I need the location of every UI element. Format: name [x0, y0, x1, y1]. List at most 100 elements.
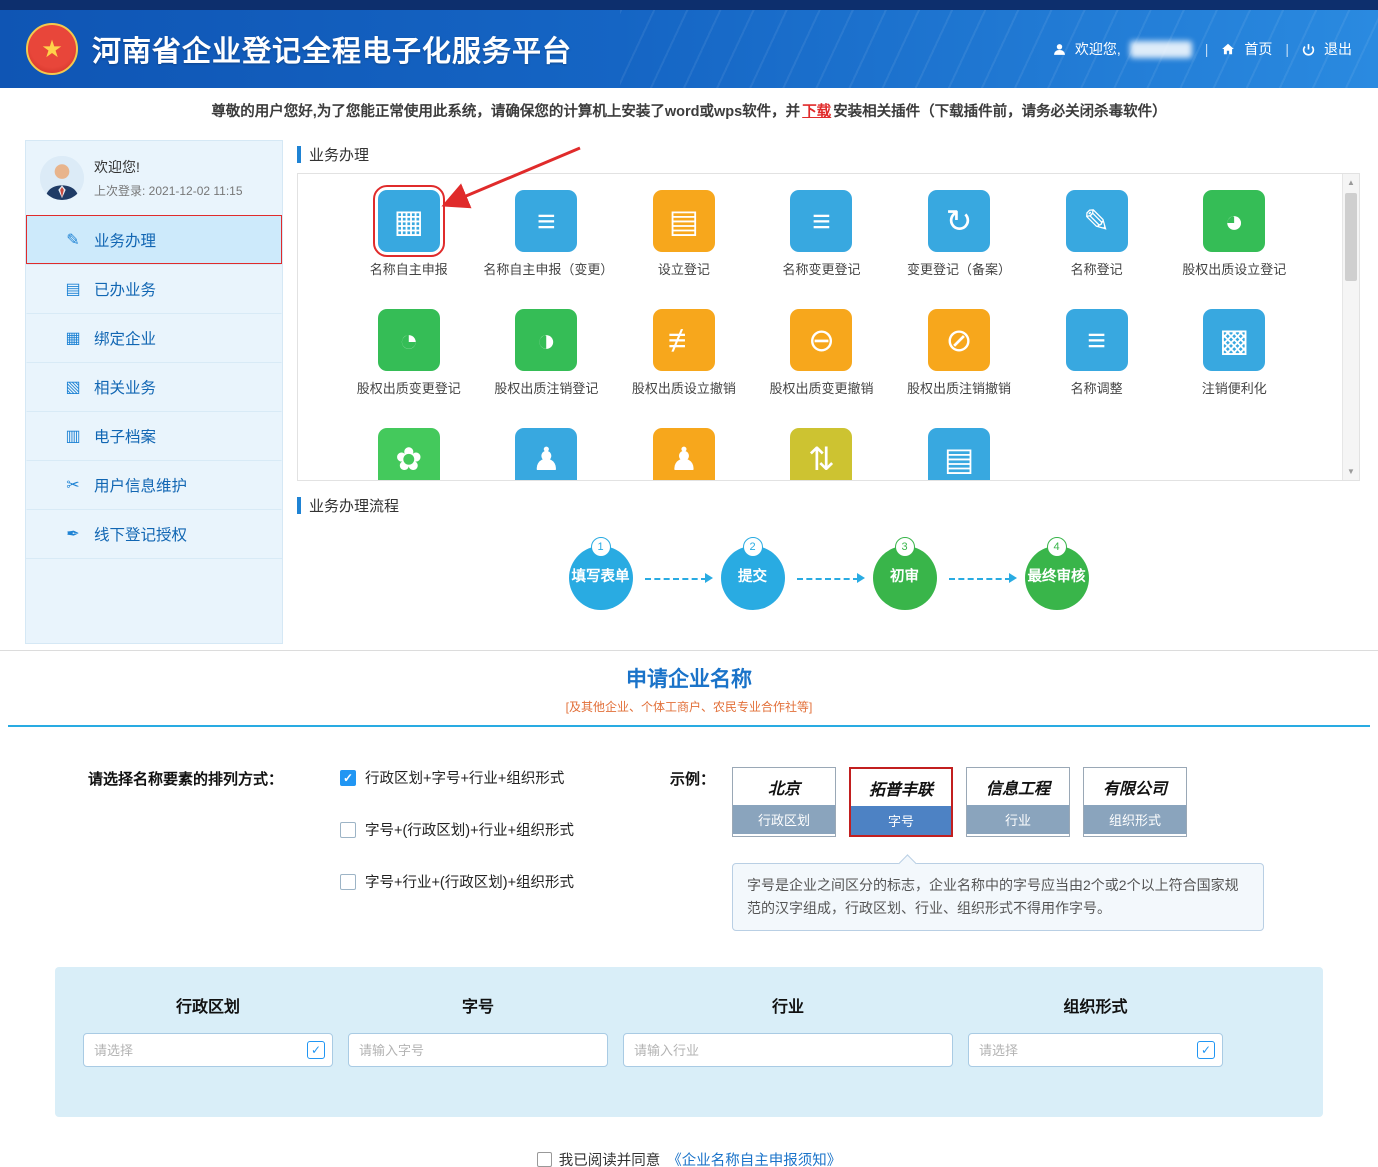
arrangement-option-label: 字号+(行政区划)+行业+组织形式 — [365, 819, 574, 840]
arrangement-options: 行政区划+字号+行业+组织形式 字号+(行政区划)+行业+组织形式 字号+行业+… — [340, 767, 670, 931]
example-box: 有限公司 组织形式 — [1083, 767, 1187, 837]
service-icon[interactable]: ≡ — [790, 190, 852, 252]
service-icon[interactable]: ⇅ — [790, 428, 852, 481]
agreement-link[interactable]: 《企业名称自主申报须知》 — [667, 1149, 841, 1167]
home-link[interactable]: 首页 — [1244, 39, 1272, 59]
service-icon[interactable]: ≡ — [515, 190, 577, 252]
sidebar-item-label: 业务办理 — [94, 229, 156, 251]
scroll-thumb[interactable] — [1345, 193, 1357, 281]
flow-step: 4 最终审核 — [1025, 546, 1089, 610]
service-item[interactable]: ≡ 名称调整 — [1028, 309, 1166, 414]
process-flow: 1 填写表单 2 提交 3 初审 4 最终审核 — [297, 524, 1360, 610]
flow-section-label: 业务办理流程 — [309, 495, 399, 516]
service-item[interactable]: ▩ 注销便利化 — [1165, 309, 1303, 414]
service-item[interactable]: ≡ 名称变更登记 — [753, 190, 891, 295]
field-input[interactable] — [968, 1033, 1223, 1067]
service-item[interactable]: ▦ 名称自主申报 — [340, 190, 478, 295]
divider-line — [8, 725, 1370, 727]
sidebar-item-label: 用户信息维护 — [94, 474, 187, 496]
service-icon[interactable]: ↻ — [928, 190, 990, 252]
service-item[interactable]: ▤ — [890, 428, 1028, 481]
service-icon[interactable]: ◑ — [515, 309, 577, 371]
service-item[interactable]: ✿ — [340, 428, 478, 481]
service-label: 名称变更登记 — [782, 261, 860, 295]
field-input[interactable] — [83, 1033, 333, 1067]
checkbox[interactable] — [340, 874, 356, 890]
sidebar-menu: ✎ 业务办理 ▤ 已办业务 ▦ 绑定企业 ▧ 相关业务 ▥ 电子档案 ✂ 用户信… — [26, 215, 282, 558]
service-item[interactable]: ♟ — [615, 428, 753, 481]
main-panel: 业务办理 ▦ 名称自主申报 ≡ 名称自主申报（变更） ▤ 设立登记 ≡ 名称变更… — [297, 140, 1360, 644]
arrangement-option-label: 字号+行业+(行政区划)+组织形式 — [365, 871, 574, 892]
service-item[interactable]: ⊘ 股权出质注销撤销 — [890, 309, 1028, 414]
sidebar-item[interactable]: ▦ 绑定企业 — [26, 313, 282, 362]
service-label: 股权出质设立撤销 — [632, 380, 736, 414]
service-icon[interactable]: ▤ — [928, 428, 990, 481]
sidebar-item[interactable]: ▤ 已办业务 — [26, 264, 282, 313]
service-icon[interactable]: ◔ — [378, 309, 440, 371]
service-label: 名称调整 — [1071, 380, 1123, 414]
apply-section: 申请企业名称 [及其他企业、个体工商户、农民专业合作社等] 请选择名称要素的排列… — [0, 650, 1378, 1167]
arrangement-option[interactable]: 字号+行业+(行政区划)+组织形式 — [340, 871, 670, 892]
service-icon[interactable]: ◕ — [1203, 190, 1265, 252]
arrangement-option[interactable]: 行政区划+字号+行业+组织形式 — [340, 767, 670, 788]
example-box: 北京 行政区划 — [732, 767, 836, 837]
service-icon[interactable]: ▤ — [653, 190, 715, 252]
sidebar-item[interactable]: ✂ 用户信息维护 — [26, 460, 282, 509]
arrangement-option[interactable]: 字号+(行政区划)+行业+组织形式 — [340, 819, 670, 840]
service-icon[interactable]: ≢ — [653, 309, 715, 371]
service-icon[interactable]: ⊘ — [928, 309, 990, 371]
service-item[interactable]: ♟ — [478, 428, 616, 481]
menu-icon: ▧ — [63, 377, 83, 397]
picker-check-icon[interactable]: ✓ — [307, 1041, 325, 1059]
welcome-text: 欢迎您, — [1075, 39, 1121, 59]
scrollbar[interactable] — [1342, 174, 1359, 480]
logout-link[interactable]: 退出 — [1324, 39, 1352, 59]
form-field: 组织形式 ✓ — [968, 993, 1223, 1117]
service-item[interactable]: ◑ 股权出质注销登记 — [478, 309, 616, 414]
scroll-up-arrow[interactable] — [1343, 174, 1359, 191]
service-item[interactable]: ⇅ — [753, 428, 891, 481]
service-icon[interactable]: ✿ — [378, 428, 440, 481]
field-input[interactable] — [348, 1033, 608, 1067]
picker-check-icon[interactable]: ✓ — [1197, 1041, 1215, 1059]
sidebar-item[interactable]: ✎ 业务办理 — [26, 215, 282, 264]
agree-checkbox[interactable] — [537, 1152, 552, 1167]
service-icon[interactable]: ⊖ — [790, 309, 852, 371]
sidebar-item-label: 电子档案 — [94, 425, 156, 447]
example-value: 拓普丰联 — [851, 769, 951, 806]
download-link[interactable]: 下载 — [802, 100, 831, 121]
service-icon[interactable]: ≡ — [1066, 309, 1128, 371]
service-item[interactable]: ⊖ 股权出质变更撤销 — [753, 309, 891, 414]
checkbox[interactable] — [340, 822, 356, 838]
example-box: 拓普丰联 字号 — [849, 767, 953, 837]
service-item[interactable]: ≡ 名称自主申报（变更） — [478, 190, 616, 295]
service-icon[interactable]: ♟ — [653, 428, 715, 481]
separator: | — [1285, 41, 1289, 57]
service-item[interactable]: ↻ 变更登记（备案） — [890, 190, 1028, 295]
field-input[interactable] — [623, 1033, 953, 1067]
service-icon[interactable]: ♟ — [515, 428, 577, 481]
app-header: 河南省企业登记全程电子化服务平台 欢迎您, | 首页 | 退出 — [0, 10, 1378, 88]
service-item[interactable]: ◕ 股权出质设立登记 — [1165, 190, 1303, 295]
sidebar-item[interactable]: ▥ 电子档案 — [26, 411, 282, 460]
sidebar-item-label: 相关业务 — [94, 376, 156, 398]
sidebar-item[interactable]: ▧ 相关业务 — [26, 362, 282, 411]
title-bar-icon — [297, 497, 301, 514]
checkbox[interactable] — [340, 770, 356, 786]
example-label: 示例： — [670, 767, 732, 931]
scroll-down-arrow[interactable] — [1343, 463, 1359, 480]
service-item[interactable]: ✎ 名称登记 — [1028, 190, 1166, 295]
service-icon[interactable]: ✎ — [1066, 190, 1128, 252]
field-label: 行业 — [623, 993, 953, 1017]
example-box: 信息工程 行业 — [966, 767, 1070, 837]
service-item[interactable]: ◔ 股权出质变更登记 — [340, 309, 478, 414]
service-item[interactable]: ≢ 股权出质设立撤销 — [615, 309, 753, 414]
service-icon[interactable]: ▩ — [1203, 309, 1265, 371]
service-icon[interactable]: ▦ — [378, 190, 440, 252]
service-item[interactable]: ▤ 设立登记 — [615, 190, 753, 295]
services-grid: ▦ 名称自主申报 ≡ 名称自主申报（变更） ▤ 设立登记 ≡ 名称变更登记 ↻ … — [340, 190, 1303, 481]
sidebar-item[interactable]: ✒ 线下登记授权 — [26, 509, 282, 558]
arrangement-option-label: 行政区划+字号+行业+组织形式 — [365, 767, 564, 788]
menu-icon: ✒ — [63, 524, 83, 544]
power-icon — [1302, 43, 1315, 56]
